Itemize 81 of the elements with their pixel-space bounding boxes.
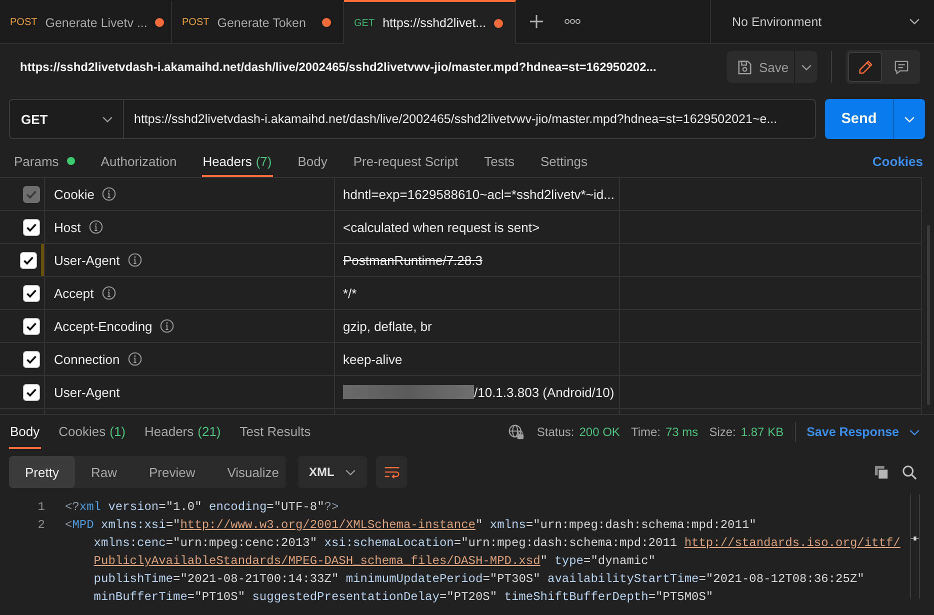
response-tab[interactable]: Cookies (1): [58, 415, 126, 449]
format-tab[interactable]: Visualize: [211, 456, 296, 488]
code-link[interactable]: PubliclyAvailableStandards/MPEG-DASH_schema_files/DASH-MPD.xsd: [94, 554, 540, 568]
status-label: Size:: [709, 425, 736, 439]
header-key: User-Agent: [54, 252, 120, 268]
request-section-tab[interactable]: Authorization: [100, 147, 178, 177]
status-label: Time:: [630, 425, 660, 439]
header-key: Cookie: [54, 186, 94, 202]
code-line: <?xml version="1.0" encoding="UTF-8"?>: [65, 500, 339, 514]
chevron-down-icon: [909, 18, 920, 25]
header-value: */*: [343, 286, 357, 300]
format-tab[interactable]: Preview: [132, 456, 212, 488]
url-input[interactable]: https://sshd2livetvdash-i.akamaihd.net/dash/live/2002465/sshd2livetvwv-jio/master.mpd?hdnea=st=1629502021~e...: [124, 99, 816, 139]
request-section-tab[interactable]: Tests: [483, 147, 516, 177]
request-section-tab[interactable]: Body: [296, 147, 328, 177]
code-link[interactable]: http://standards.iso.org/ittf/: [684, 536, 900, 550]
header-value: <calculated when request is sent>: [343, 220, 540, 234]
pencil-icon: [858, 60, 872, 74]
plus-icon[interactable]: [529, 14, 544, 29]
format-tab[interactable]: Pretty: [9, 456, 75, 488]
scrollbar[interactable]: [910, 494, 920, 599]
line-number: 1: [38, 500, 45, 514]
header-key: Accept-Encoding: [54, 318, 152, 334]
save-button[interactable]: Save: [727, 51, 794, 83]
chevron-down-icon: [904, 116, 915, 122]
request-tab[interactable]: POST Generate Livetv ...: [0, 0, 172, 43]
header-value: gzip, deflate, br: [343, 318, 432, 334]
save-options-button[interactable]: [794, 51, 817, 83]
status-value: 200 OK: [579, 425, 620, 439]
code-line: PubliclyAvailableStandards/MPEG-DASH_schema_files/DASH-MPD.xsd" type="dynamic": [94, 554, 656, 568]
chevron-down-icon: [345, 468, 356, 476]
environment-dropdown[interactable]: No Environment: [710, 0, 934, 43]
line-number: 2: [38, 518, 45, 532]
format-tab[interactable]: Raw: [74, 456, 133, 488]
globe-lock-icon[interactable]: [508, 424, 524, 440]
request-section-tab[interactable]: Settings: [539, 147, 588, 177]
status-value: 1.87 KB: [740, 425, 784, 439]
response-tab[interactable]: Test Results: [238, 415, 312, 449]
info-icon[interactable]: [88, 220, 103, 234]
wrap-lines-icon: [384, 466, 400, 478]
header-key: Connection: [54, 352, 120, 366]
response-tab[interactable]: Body: [9, 415, 41, 449]
header-key: Host: [54, 220, 81, 234]
send-button[interactable]: Send: [825, 99, 893, 139]
header-value: keep-alive: [343, 352, 402, 366]
code-line: minBufferTime="PT10S" suggestedPresentationDelay="PT20S" timeShiftBufferDepth="PT5M0S": [94, 590, 714, 604]
wrap-lines-button[interactable]: [376, 456, 407, 488]
info-icon[interactable]: [128, 253, 142, 267]
header-value: hdntl=exp=1629588610~acl=*sshd2livetv*~id...: [343, 186, 614, 202]
request-section-tab[interactable]: Pre-request Script: [352, 147, 460, 177]
info-icon[interactable]: [102, 286, 116, 300]
chevron-down-icon: [800, 64, 812, 70]
code-line: xmlns:cenc="urn:mpeg:cenc:2013" xsi:schemaLocation="urn:mpeg:dash:schema:mpd:2011 http://standards.iso.org/ittf/: [94, 536, 900, 550]
save-response-button[interactable]: Save Response: [806, 425, 920, 439]
request-tab[interactable]: GET https://sshd2livet...: [344, 0, 516, 44]
chevron-down-icon: [909, 428, 920, 436]
chevron-down-icon: [102, 116, 113, 122]
more-icon[interactable]: [564, 18, 581, 25]
cookies-link[interactable]: Cookies: [872, 154, 923, 168]
header-value: /10.1.3.803 (Android/10): [474, 384, 614, 400]
code-line: <MPD xmlns:xsi="http://www.w3.org/2001/XMLSchema-instance" xmlns="urn:mpeg:dash:schema:mpd:2011": [65, 518, 756, 532]
header-key: Accept: [54, 286, 94, 300]
scroll-position-marker-icon: [911, 536, 919, 541]
request-section-tab[interactable]: Headers (7): [202, 147, 273, 177]
code-link[interactable]: http://www.w3.org/2001/XMLSchema-instance: [180, 518, 476, 532]
copy-icon[interactable]: [874, 464, 889, 480]
request-section-tab[interactable]: Params: [13, 147, 76, 177]
edit-button[interactable]: [848, 52, 882, 82]
header-value: PostmanRuntime/7.28.3: [343, 252, 482, 268]
request-title: https://sshd2livetvdash-i.akamaihd.net/dash/live/2002465/sshd2livetvwv-jio/master.mpd?hdnea=st=162950202...: [20, 60, 658, 74]
status-value: 73 ms: [666, 425, 698, 439]
response-tab[interactable]: Headers (21): [144, 415, 222, 449]
method-dropdown[interactable]: GET: [9, 99, 124, 139]
info-icon[interactable]: [160, 319, 174, 333]
info-icon[interactable]: [128, 352, 142, 366]
language-dropdown[interactable]: XML: [298, 456, 367, 488]
status-label: Status:: [536, 425, 574, 439]
search-icon[interactable]: [902, 464, 917, 480]
header-key: User-Agent: [54, 384, 120, 400]
code-line: publishTime="2021-08-21T00:14:33Z" minimumUpdatePeriod="PT30S" availabilityStartTime="2021-08-12T08:36:25Z": [94, 572, 864, 586]
comment-icon: [894, 60, 908, 74]
